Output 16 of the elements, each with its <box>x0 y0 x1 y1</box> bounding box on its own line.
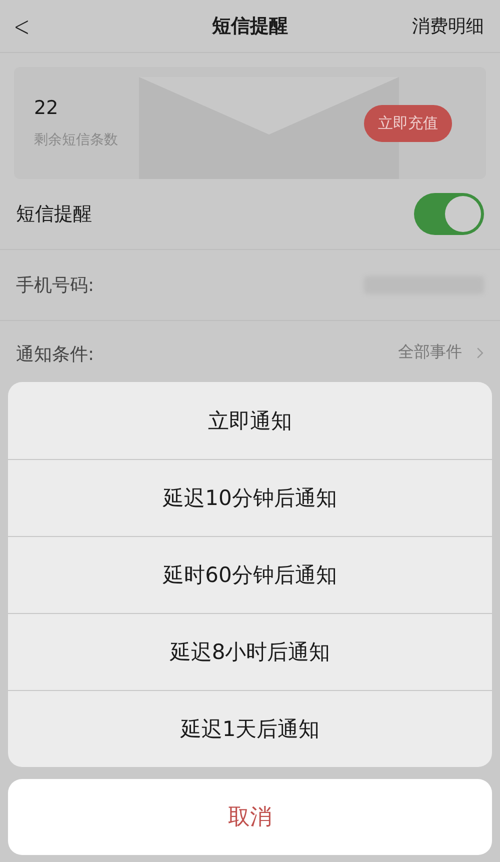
sms-count: 22 <box>34 97 60 119</box>
chevron-right-icon <box>476 346 484 360</box>
sms-count-label: 剩余短信条数 <box>34 131 118 149</box>
sheet-option[interactable]: 延迟8小时后通知 <box>8 613 492 690</box>
sheet-option[interactable]: 延时60分钟后通知 <box>8 536 492 613</box>
sheet-option[interactable]: 延迟10分钟后通知 <box>8 459 492 536</box>
setting-label: 手机号码: <box>16 274 94 297</box>
toggle-switch[interactable] <box>414 193 484 235</box>
back-button[interactable]: < <box>14 10 30 42</box>
setting-label: 短信提醒 <box>16 202 92 227</box>
sheet-option[interactable]: 延迟1天后通知 <box>8 690 492 767</box>
sheet-option[interactable]: 立即通知 <box>8 382 492 459</box>
page-title: 短信提醒 <box>212 14 288 39</box>
setting-label: 通知条件: <box>16 343 94 366</box>
cancel-button[interactable]: 取消 <box>8 779 492 855</box>
spending-details-link[interactable]: 消费明细 <box>412 14 484 38</box>
